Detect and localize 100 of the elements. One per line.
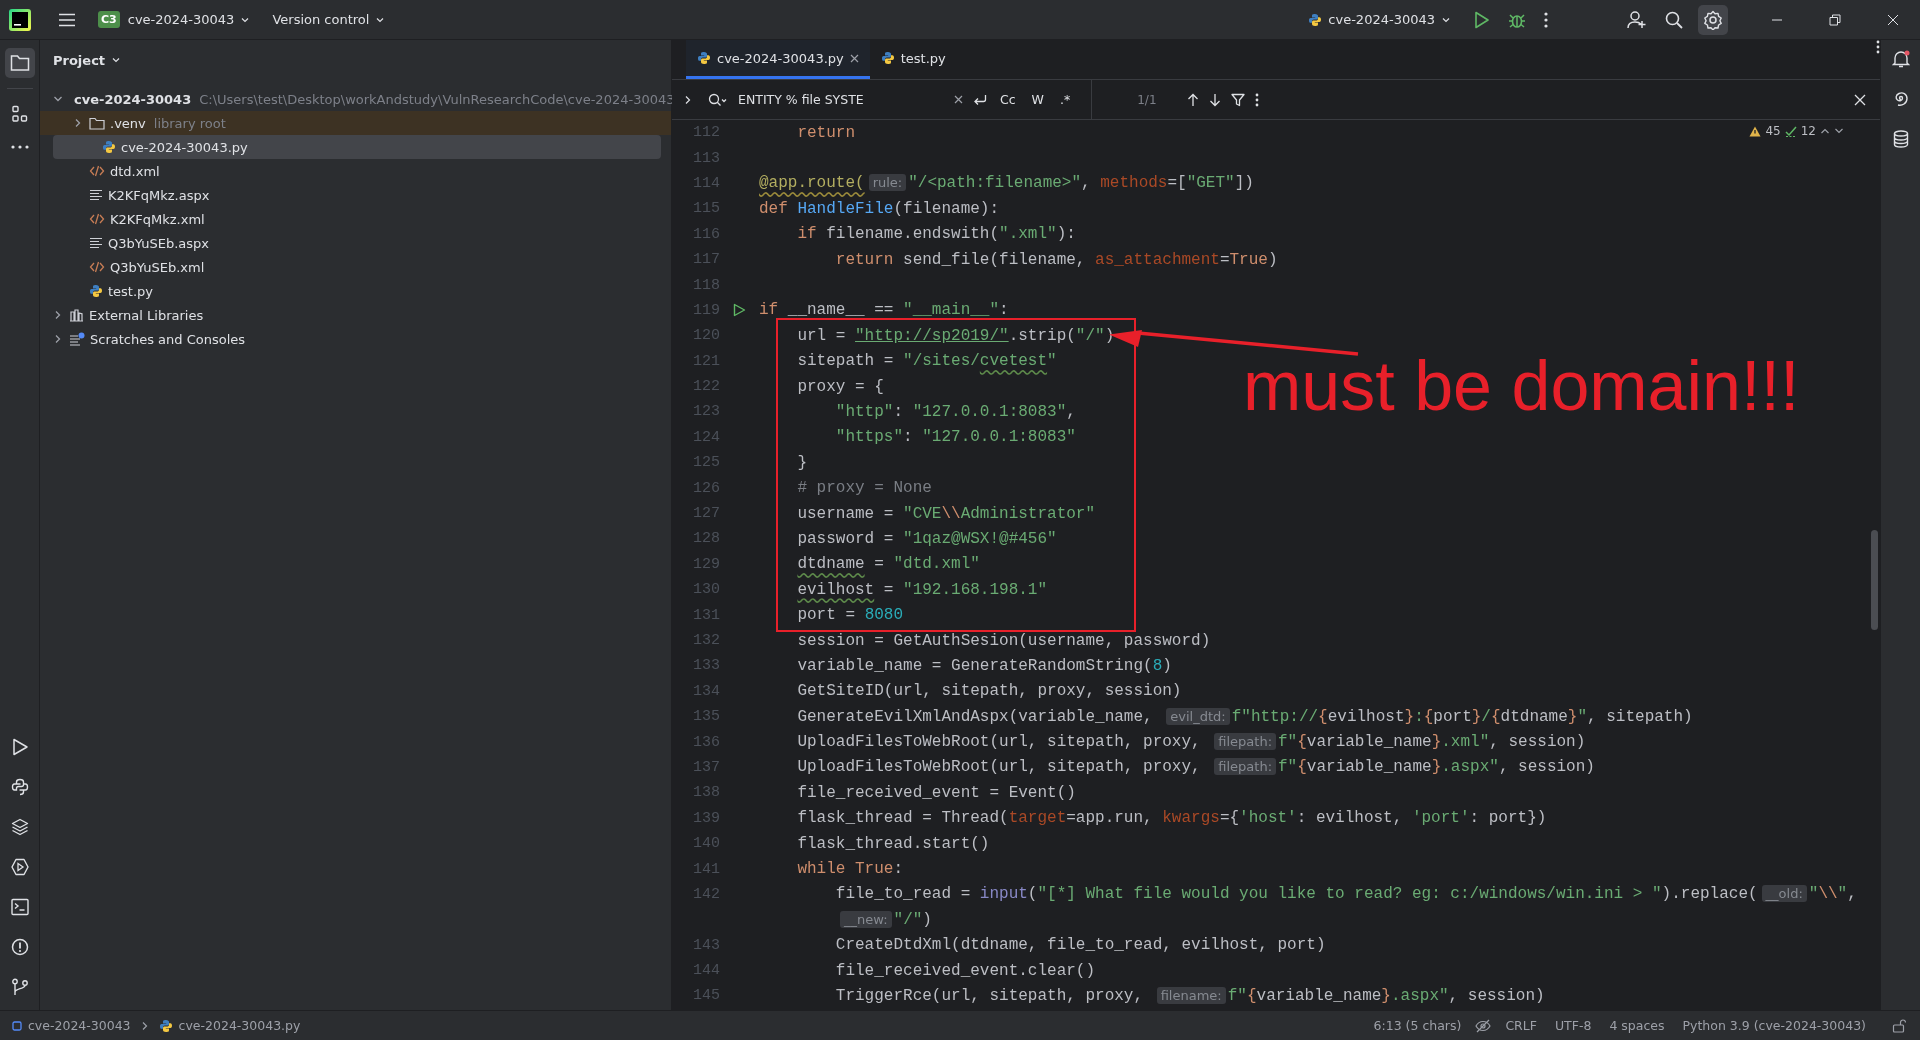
tree-item[interactable]: External Libraries — [40, 303, 661, 327]
xml-file-icon — [89, 164, 105, 178]
python-file-icon — [880, 51, 895, 65]
arrow-down-icon[interactable] — [1208, 92, 1221, 107]
more-icon[interactable] — [1544, 11, 1548, 28]
python-console-icon[interactable] — [10, 778, 29, 796]
hidden-eye-icon[interactable] — [1475, 1018, 1492, 1033]
code-line: flask_thread.start() — [796, 834, 990, 853]
chevron-right-icon[interactable] — [53, 334, 63, 344]
tree-item[interactable]: Q3bYuSEb.xml — [40, 255, 661, 279]
inspection-widget[interactable]: 45 12 — [1749, 124, 1844, 138]
search-icon[interactable] — [708, 92, 728, 107]
code-line: proxy = { — [796, 377, 884, 396]
code-line: UploadFilesToWebRoot(url, sitepath, proxy, filepath: f"{variable_name}.aspx", session) — [796, 758, 1595, 777]
structure-icon[interactable] — [10, 105, 29, 123]
add-user-icon[interactable] — [1627, 10, 1647, 29]
python-file-icon — [1308, 12, 1323, 27]
services-icon[interactable] — [10, 858, 29, 876]
run-icon[interactable] — [1474, 10, 1490, 29]
code-line: file_received_event.clear() — [834, 961, 1096, 980]
folder-icon — [89, 116, 105, 130]
file-name: Q3bYuSEb.xml — [110, 259, 205, 275]
status-item[interactable]: 4 spaces — [1609, 1018, 1665, 1033]
module-icon — [12, 1020, 22, 1031]
python-file-icon — [158, 1018, 173, 1033]
breadcrumb-item[interactable]: cve-2024-30043.py — [158, 1018, 301, 1033]
breadcrumb-item[interactable]: cve-2024-30043 — [12, 1018, 131, 1033]
file-name: cve-2024-30043 — [74, 91, 192, 107]
python-file-icon — [89, 284, 103, 298]
lock-icon[interactable] — [1892, 1018, 1906, 1033]
panel-title[interactable]: Project — [53, 52, 106, 68]
tree-item[interactable]: K2KFqMkz.xml — [40, 207, 661, 231]
editor-tab[interactable]: test.py — [869, 40, 957, 79]
layers-icon[interactable] — [10, 818, 29, 836]
chevron-right-icon[interactable] — [73, 118, 83, 128]
caret-down-icon[interactable] — [1834, 127, 1844, 135]
editor-tab[interactable]: cve-2024-30043.py — [686, 40, 870, 79]
restore-icon[interactable] — [1829, 13, 1841, 26]
code-line: flask_thread = Thread(target=app.run, kwargs={'host': evilhost, 'port': port}) — [796, 809, 1547, 828]
filter-icon[interactable] — [1230, 92, 1245, 107]
git-branch-icon[interactable] — [10, 978, 29, 996]
new-line-icon[interactable] — [973, 93, 987, 106]
warning-icon — [1749, 125, 1762, 137]
search-option-toggle[interactable]: .* — [1057, 90, 1074, 109]
run-configuration-selector[interactable]: cve-2024-30043 — [1300, 8, 1459, 31]
menu-icon[interactable] — [58, 12, 76, 27]
caret-up-icon[interactable] — [1820, 127, 1830, 135]
chevron-down-icon[interactable] — [53, 94, 63, 104]
chevron-down-icon[interactable] — [111, 55, 122, 65]
version-control-menu[interactable]: Version control — [264, 8, 394, 31]
notifications-icon[interactable] — [1891, 50, 1910, 68]
tree-item[interactable]: .venv library root — [40, 111, 671, 135]
annotation-text: must be domain!!! — [1243, 346, 1800, 426]
tree-item[interactable]: Scratches and Consoles — [40, 327, 661, 351]
scrollbar-thumb[interactable] — [1871, 530, 1878, 630]
code-line: # proxy = None — [796, 479, 932, 498]
code-line: port = 8080 — [796, 606, 904, 625]
more-icon[interactable] — [1876, 40, 1880, 54]
database-icon[interactable] — [1892, 130, 1909, 148]
code-line: } — [796, 453, 807, 472]
tree-item[interactable]: test.py — [40, 279, 661, 303]
more-icon[interactable] — [10, 145, 29, 149]
folder-icon[interactable] — [9, 54, 30, 72]
more-icon[interactable] — [1254, 92, 1259, 107]
terminal-icon[interactable] — [10, 898, 29, 916]
run-icon[interactable] — [733, 303, 746, 318]
tree-item[interactable]: dtd.xml — [40, 159, 661, 183]
status-item[interactable]: Python 3.9 (cve-2024-30043) — [1682, 1018, 1866, 1033]
problems-icon[interactable] — [10, 938, 29, 956]
status-item[interactable]: CRLF — [1505, 1018, 1537, 1033]
code-line: if filename.endswith(".xml"): — [796, 225, 1076, 244]
clear-icon[interactable] — [954, 95, 963, 104]
close-icon[interactable] — [849, 53, 859, 63]
file-name: test.py — [108, 283, 154, 299]
folder-note: library root — [153, 115, 226, 131]
code-line: sitepath = "/sites/cvetest" — [796, 352, 1057, 371]
search-icon[interactable] — [1665, 10, 1683, 29]
search-option-toggle[interactable]: W — [1028, 90, 1047, 109]
search-option-toggle[interactable]: Cc — [997, 90, 1019, 109]
tree-item[interactable]: Q3bYuSEb.aspx — [40, 231, 661, 255]
status-item[interactable]: UTF-8 — [1554, 1018, 1592, 1033]
code-line: dtdname = "dtd.xml" — [796, 555, 980, 574]
code-line: url = "http://sp2019/".strip("/") — [796, 326, 1115, 345]
project-selector[interactable]: C3 cve-2024-30043 — [90, 7, 259, 32]
tab-label: cve-2024-30043.py — [717, 50, 844, 66]
search-field[interactable]: ENTITY % file SYSTE — [702, 88, 944, 111]
code-line: def HandleFile(filename): — [759, 199, 1000, 218]
search-query: ENTITY % file SYSTE — [738, 92, 864, 107]
file-name: K2KFqMkz.xml — [110, 211, 205, 227]
project-tool-button[interactable] — [4, 48, 35, 78]
check-icon — [1784, 125, 1797, 137]
arrow-up-icon[interactable] — [1186, 92, 1199, 107]
text-file-icon — [89, 189, 103, 201]
run-icon[interactable] — [10, 738, 29, 756]
status-item[interactable]: 6:13 (5 chars) — [1373, 1018, 1462, 1033]
tree-item[interactable]: K2KFqMkz.aspx — [40, 183, 661, 207]
tree-item[interactable]: cve-2024-30043.py — [53, 135, 661, 159]
match-count: 1/1 — [1137, 92, 1157, 107]
chevron-right-icon[interactable] — [684, 94, 692, 105]
chevron-right-icon[interactable] — [53, 310, 63, 320]
